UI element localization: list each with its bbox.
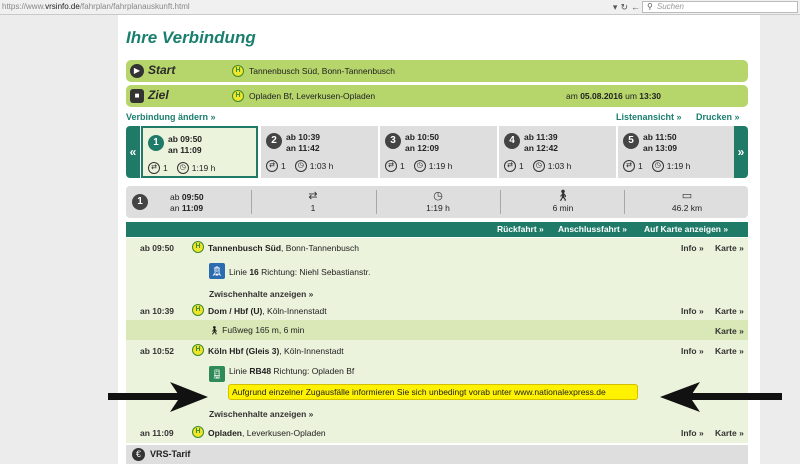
tarif-row[interactable]: € VRS-Tarif: [126, 445, 748, 464]
url-path: /fahrplan/fahrplanauskunft.html: [79, 2, 190, 11]
drucken-link[interactable]: Drucken »: [696, 112, 740, 122]
karte-link[interactable]: Karte »: [715, 306, 744, 316]
verbindung-aendern-link[interactable]: Verbindung ändern »: [126, 112, 216, 122]
karte-link[interactable]: Karte »: [715, 326, 744, 336]
auf-karte-link[interactable]: Auf Karte anzeigen »: [644, 224, 728, 234]
clock-icon: ◷: [176, 162, 189, 174]
ziel-row: ■ Ziel H Opladen Bf, Leverkusen-Opladen …: [126, 85, 748, 107]
stop-h-icon: H: [232, 65, 244, 77]
connection-summary: 1 ab 09:50 an 11:09 ⇄ 1 ◷ 1:19 h 🚶︎ 6 min ▭…: [126, 186, 748, 218]
clock-icon: ◷: [294, 160, 307, 172]
transfer-icon: ⇄: [266, 160, 278, 172]
stop-row: ab 09:50 H Tannenbusch Süd, Bonn-Tannenb…: [140, 241, 744, 253]
karte-link[interactable]: Karte »: [715, 346, 744, 356]
transfer-icon: ⇄: [385, 160, 397, 172]
transfer-icon: ⇄: [148, 162, 160, 174]
annotation-arrow-right: [108, 382, 208, 412]
walk-info: 🚶︎ Fußweg 165 m, 6 min: [209, 325, 305, 335]
carousel-next-button[interactable]: »: [734, 126, 748, 178]
tarif-label: VRS-Tarif: [150, 449, 191, 459]
karte-link[interactable]: Karte »: [715, 428, 744, 438]
annotation-arrow-left: [660, 382, 782, 412]
info-link[interactable]: Info »: [681, 346, 704, 356]
search-icon: ⚲: [647, 2, 653, 11]
transfer-icon: ⇄: [308, 190, 318, 202]
start-place: Tannenbusch Süd, Bonn-Tannenbusch: [249, 66, 396, 76]
stop-h-icon: H: [192, 241, 204, 253]
stop-h-icon: H: [232, 90, 244, 102]
stop-row: an 11:09 H Opladen, Leverkusen-Opladen I…: [140, 426, 744, 438]
summary-number: 1: [132, 194, 148, 210]
karte-link[interactable]: Karte »: [715, 243, 744, 253]
anschlussfahrt-link[interactable]: Anschlussfahrt »: [558, 224, 627, 234]
refresh-icon[interactable]: ↻: [620, 2, 628, 13]
clock-icon: ◷: [651, 160, 664, 172]
stop-h-icon: H: [192, 304, 204, 316]
ziel-datetime: am 05.08.2016 um 13:30: [566, 91, 662, 101]
stop-square-icon: ■: [130, 89, 144, 103]
start-row: ▶ Start H Tannenbusch Süd, Bonn-Tannenbu…: [126, 60, 748, 82]
connection-card-2[interactable]: 2 ab 10:39 an 11:42 ⇄ 1 ◷ 1:03 h: [261, 126, 378, 178]
carousel-prev-button[interactable]: «: [126, 126, 140, 178]
clock-icon: ◷: [433, 190, 443, 202]
stop-name: Köln Hbf (Gleis 3): [208, 346, 280, 356]
connection-card-1[interactable]: 1 ab 09:50 an 11:09 ⇄ 1 ◷ 1:19 h: [141, 126, 258, 178]
back-icon[interactable]: ←: [631, 2, 640, 12]
transfer-icon: ⇄: [504, 160, 516, 172]
disruption-notice: Aufgrund einzelner Zugausfälle informier…: [228, 384, 638, 400]
stop-h-icon: H: [192, 344, 204, 356]
listenansicht-link[interactable]: Listenansicht »: [616, 112, 682, 122]
line-info: Linie 16 Richtung: Niehl Sebastianstr.: [229, 267, 371, 277]
zwischenhalte-link[interactable]: Zwischenhalte anzeigen »: [209, 289, 313, 299]
url-prefix: https://www.: [2, 2, 46, 11]
euro-icon: €: [132, 448, 145, 461]
connection-carousel: « 1 ab 09:50 an 11:09 ⇄ 1 ◷ 1:19 h 2 ab 10:…: [126, 126, 748, 178]
connection-links: Verbindung ändern » Listenansicht » Druc…: [126, 112, 748, 124]
stop-name: Dom / Hbf (U): [208, 306, 263, 316]
transfer-icon: ⇄: [623, 160, 635, 172]
start-label: Start: [148, 63, 176, 77]
summary-distance: ▭ 46.2 km: [662, 189, 712, 213]
clock-icon: ◷: [413, 160, 426, 172]
search-input[interactable]: ⚲ Suchen: [642, 1, 798, 13]
tram-icon: 🚊︎: [209, 263, 225, 279]
ziel-label: Ziel: [148, 88, 169, 102]
action-bar: Rückfahrt » Anschlussfahrt » Auf Karte a…: [126, 222, 748, 237]
address-bar[interactable]: https://www.vrsinfo.de/fahrplan/fahrplan…: [2, 1, 608, 13]
info-link[interactable]: Info »: [681, 243, 704, 253]
train-icon: 🚆︎: [209, 366, 225, 382]
browser-nav-buttons: ▾ ↻ ←: [610, 1, 640, 13]
stop-name: Opladen: [208, 428, 243, 438]
summary-walk: 🚶︎ 6 min: [541, 189, 585, 213]
summary-duration: ◷ 1:19 h: [416, 189, 460, 213]
line-info: Linie RB48 Richtung: Opladen Bf: [229, 366, 355, 376]
summary-times: ab 09:50 an 11:09: [170, 192, 204, 213]
clock-icon: ◷: [532, 160, 545, 172]
rueckfahrt-link[interactable]: Rückfahrt »: [497, 224, 544, 234]
browser-toolbar: https://www.vrsinfo.de/fahrplan/fahrplan…: [0, 0, 800, 15]
stop-name: Tannenbusch Süd: [208, 243, 282, 253]
connection-card-3[interactable]: 3 ab 10:50 an 12:09 ⇄ 1 ◷ 1:19 h: [380, 126, 497, 178]
walking-icon: 🚶︎: [209, 325, 220, 335]
connection-card-5[interactable]: 5 ab 11:50 an 13:09 ⇄ 1 ◷ 1:19 h: [618, 126, 735, 178]
info-link[interactable]: Info »: [681, 428, 704, 438]
ziel-place: Opladen Bf, Leverkusen-Opladen: [249, 91, 376, 101]
url-domain: vrsinfo.de: [45, 2, 80, 11]
info-link[interactable]: Info »: [681, 306, 704, 316]
ruler-icon: ▭: [681, 190, 693, 202]
page-title: Ihre Verbindung: [126, 28, 256, 47]
search-placeholder: Suchen: [656, 2, 684, 11]
stop-row: ab 10:52 H Köln Hbf (Gleis 3), Köln-Inne…: [140, 344, 744, 356]
dropdown-icon[interactable]: ▾: [613, 2, 618, 13]
walking-icon: 🚶︎: [556, 190, 570, 202]
stop-h-icon: H: [192, 426, 204, 438]
stop-row: an 10:39 H Dom / Hbf (U), Köln-Innenstad…: [140, 304, 744, 316]
connection-card-4[interactable]: 4 ab 11:39 an 12:42 ⇄ 1 ◷ 1:03 h: [499, 126, 616, 178]
summary-changes: ⇄ 1: [296, 189, 330, 213]
play-icon: ▶: [130, 64, 144, 78]
zwischenhalte-link[interactable]: Zwischenhalte anzeigen »: [209, 409, 313, 419]
